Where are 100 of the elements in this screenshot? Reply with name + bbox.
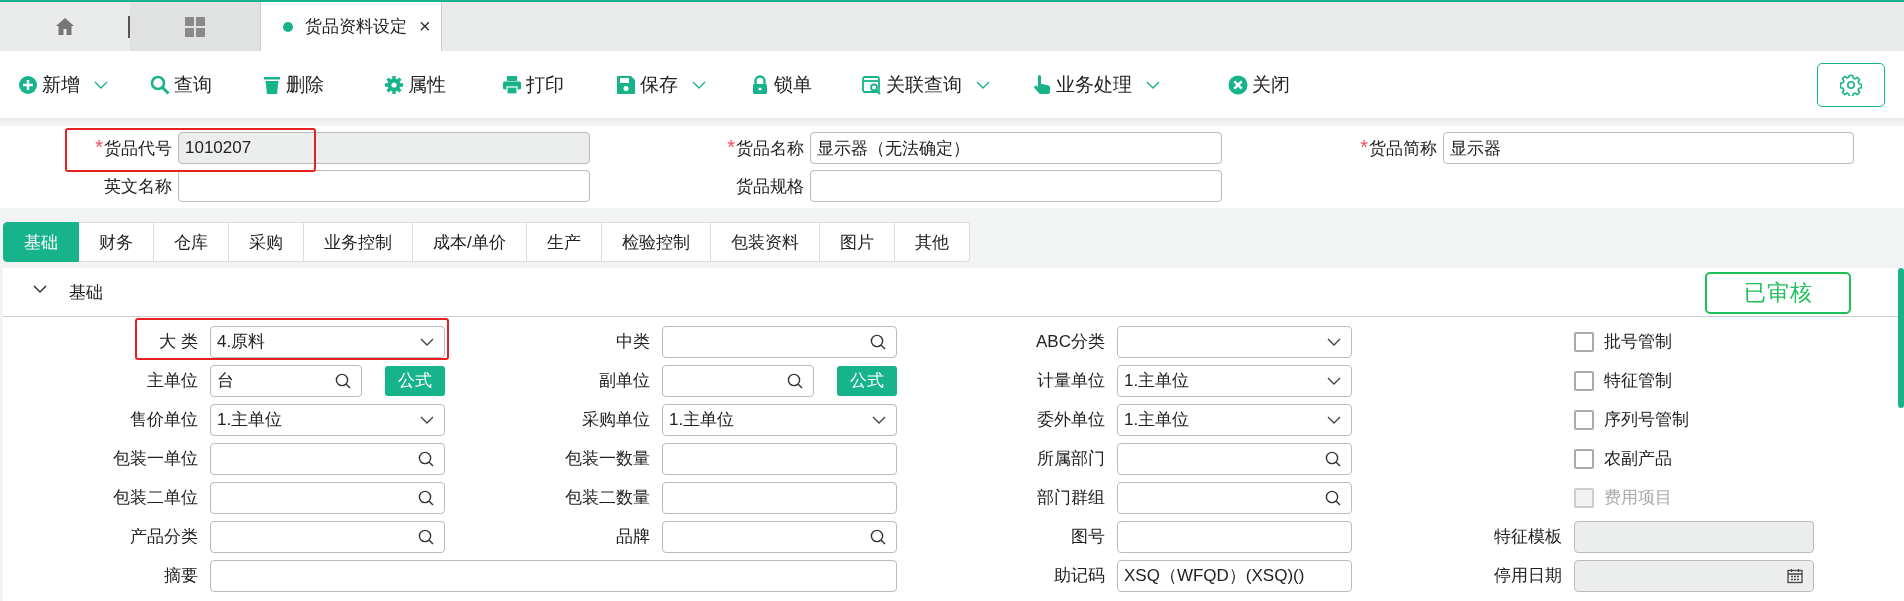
search-icon <box>787 372 803 389</box>
section-tab[interactable]: 采购 <box>229 222 304 262</box>
input-field[interactable] <box>662 442 897 475</box>
checkbox-label: 序列号管制 <box>1604 409 1689 431</box>
field-label: 大 类 <box>158 331 198 353</box>
toolbar-button[interactable]: 新增 <box>18 67 108 102</box>
required-mark: * <box>727 136 735 158</box>
field-value-input[interactable]: 1.主单位 <box>217 409 420 430</box>
search-field[interactable] <box>1117 481 1352 514</box>
trash-icon <box>262 74 282 95</box>
toolbar-button[interactable]: 关闭 <box>1228 67 1290 102</box>
field-value-input[interactable]: 1.主单位 <box>669 409 872 430</box>
toolbar-button[interactable]: 打印 <box>502 67 564 102</box>
search-icon <box>335 372 351 389</box>
section-tab[interactable]: 生产 <box>526 222 602 262</box>
toolbar-button[interactable]: 锁单 <box>750 67 812 102</box>
section-tab[interactable]: 仓库 <box>154 222 229 262</box>
checkbox[interactable] <box>1574 448 1594 469</box>
checkbox-label: 批号管制 <box>1604 331 1672 353</box>
dropdown-field[interactable]: 1.主单位 <box>1117 403 1352 436</box>
field-value-input[interactable]: 1.主单位 <box>1124 370 1327 391</box>
field-label: 所属部门 <box>1036 448 1105 470</box>
search-icon <box>418 489 434 506</box>
search-icon <box>418 528 434 545</box>
search-field[interactable] <box>1117 442 1352 475</box>
input-field[interactable]: XSQ（WFQD）(XSQ)() <box>1117 559 1352 592</box>
section-tab[interactable]: 包装资料 <box>710 222 820 262</box>
home-icon <box>55 17 75 36</box>
section-tab[interactable]: 检验控制 <box>601 222 711 262</box>
field-label: 摘要 <box>163 565 198 587</box>
section-title: 基础 <box>69 281 103 304</box>
input-field[interactable] <box>662 481 897 514</box>
toolbar-button[interactable]: 删除 <box>262 67 324 102</box>
settings-icon <box>1840 73 1862 96</box>
toolbar-button[interactable]: 查询 <box>150 67 212 102</box>
date-field[interactable] <box>1574 559 1814 592</box>
page-tab[interactable]: 货品资料设定 × <box>260 2 442 51</box>
toolbar-button[interactable]: 关联查询 <box>862 67 990 102</box>
dropdown-field[interactable]: 1.主单位 <box>1117 364 1352 397</box>
field-value-input[interactable]: 1.主单位 <box>1124 409 1327 430</box>
search-icon <box>870 333 886 350</box>
input-field[interactable]: 显示器（无法确定） <box>810 132 1222 164</box>
field-label: 停用日期 <box>1493 565 1562 587</box>
input-field[interactable] <box>1117 520 1352 553</box>
caret-icon <box>1146 80 1160 89</box>
search-field[interactable] <box>662 325 897 358</box>
pointing-hand-icon <box>1032 74 1052 95</box>
search-field[interactable] <box>210 442 445 475</box>
search-field[interactable] <box>662 520 897 553</box>
dropdown-field[interactable] <box>1117 325 1352 358</box>
caret-icon <box>1327 337 1341 346</box>
checkbox[interactable] <box>1574 370 1594 391</box>
field-label: 英文名称 <box>104 176 172 196</box>
checkbox[interactable] <box>1574 409 1594 430</box>
close-tab-button[interactable]: × <box>419 15 431 38</box>
input-field[interactable]: 1010207 <box>178 132 590 164</box>
section-tab[interactable]: 业务控制 <box>304 222 413 262</box>
field-value-input[interactable]: XSQ（WFQD）(XSQ)() <box>1124 565 1341 586</box>
checkbox[interactable] <box>1574 331 1594 352</box>
search-field[interactable] <box>210 520 445 553</box>
settings-button[interactable] <box>1817 62 1885 107</box>
dropdown-field[interactable]: 1.主单位 <box>210 403 445 436</box>
section-tab[interactable]: 成本/单价 <box>413 222 527 262</box>
lock-icon <box>750 74 770 95</box>
field-value-input[interactable]: 4.原料 <box>217 331 420 352</box>
printer-icon <box>502 74 522 95</box>
search-field[interactable] <box>210 481 445 514</box>
field-label: 包装一单位 <box>112 448 198 470</box>
field-value-input[interactable]: 台 <box>217 370 335 391</box>
dropdown-field[interactable]: 1.主单位 <box>662 403 897 436</box>
window-search-icon <box>862 74 882 95</box>
section-tab[interactable]: 财务 <box>79 222 154 262</box>
section-tab[interactable]: 其他 <box>894 222 970 262</box>
scrollbar[interactable] <box>1898 268 1904 408</box>
search-field[interactable]: 台 <box>210 364 362 397</box>
toolbar-button[interactable]: 保存 <box>616 67 706 102</box>
field-label: ABC分类 <box>1035 331 1105 353</box>
input-field[interactable] <box>810 170 1222 202</box>
input-field[interactable] <box>178 170 590 202</box>
calendar-icon <box>1787 567 1803 584</box>
grid-icon <box>185 16 205 37</box>
field-label: 图号 <box>1070 526 1105 548</box>
input-field[interactable]: 显示器 <box>1443 132 1854 164</box>
field-label: 包装二数量 <box>564 487 650 509</box>
input-field[interactable] <box>210 559 897 592</box>
dropdown-field[interactable]: 4.原料 <box>210 325 445 358</box>
field-label: 中类 <box>615 331 650 353</box>
toolbar-button[interactable]: 业务处理 <box>1032 67 1160 102</box>
section-tab[interactable]: 图片 <box>819 222 895 262</box>
field-label: 产品分类 <box>129 526 198 548</box>
field-label: 货品代号 <box>104 139 172 158</box>
search-field[interactable] <box>662 364 814 397</box>
field-label: 货品名称 <box>736 139 804 158</box>
active-dot-icon <box>283 21 293 32</box>
required-mark: * <box>95 136 103 158</box>
field-label: 计量单位 <box>1036 370 1105 392</box>
apps-tab[interactable] <box>130 2 260 51</box>
toolbar-button[interactable]: 属性 <box>384 67 446 102</box>
input-field[interactable] <box>1574 520 1814 553</box>
field-label: 货品简称 <box>1369 139 1437 158</box>
